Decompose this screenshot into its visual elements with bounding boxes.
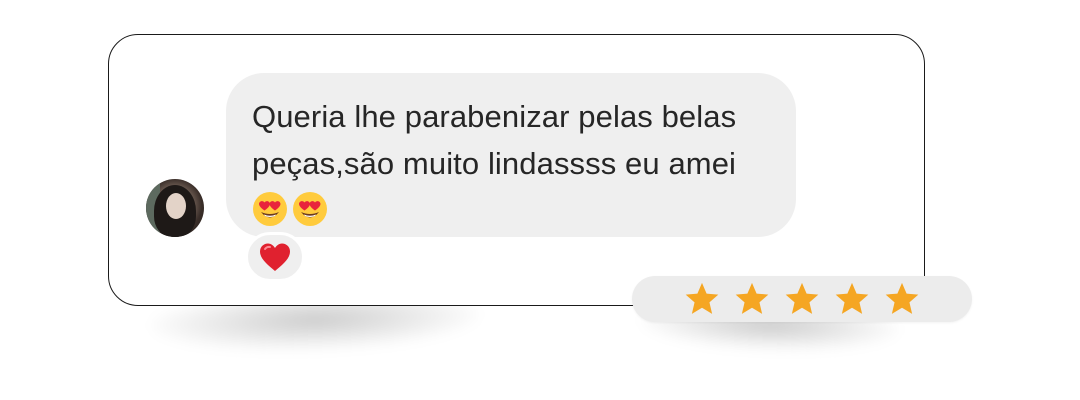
comment-bubble[interactable]: Queria lhe parabenizar pelas belas peças…	[226, 73, 796, 237]
star-icon	[835, 282, 869, 314]
star-icon	[685, 282, 719, 314]
emoji-row	[252, 191, 772, 227]
avatar[interactable]	[146, 179, 204, 237]
star-icon	[785, 282, 819, 314]
comment-text: Queria lhe parabenizar pelas belas peças…	[252, 99, 737, 181]
smiling-face-with-heart-eyes-icon	[253, 192, 287, 226]
red-heart-icon	[260, 243, 290, 271]
avatar-face	[166, 193, 186, 219]
star-rating	[632, 276, 972, 322]
star-icon	[735, 282, 769, 314]
reaction-badge[interactable]	[245, 232, 305, 282]
smiling-face-with-heart-eyes-icon	[293, 192, 327, 226]
star-icon	[885, 282, 919, 314]
